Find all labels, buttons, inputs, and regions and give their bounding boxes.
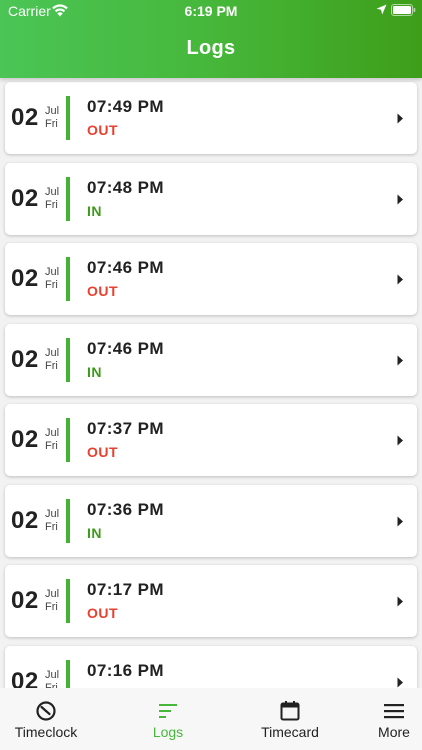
log-divider [66, 257, 70, 301]
log-time: 07:17 PM [87, 580, 164, 599]
chevron-right-icon [397, 596, 403, 607]
status-bar: Carrier 6:19 PM [0, 0, 422, 22]
app-header: Carrier 6:19 PM Logs [0, 0, 422, 78]
log-month: Jul [45, 266, 60, 278]
tab-bar: Timeclock Logs Timecard More [0, 688, 422, 750]
log-row[interactable]: 02 Jul Fri 07:17 PM OUT [5, 565, 417, 637]
chevron-right-icon [397, 113, 403, 124]
logs-screen: Carrier 6:19 PM Logs 02 Jul Fri 07:49 PM OUT… [0, 0, 422, 750]
tab-label-timeclock: Timeclock [14, 724, 78, 740]
log-row[interactable]: 02 Jul Fri 07:49 PM OUT [5, 82, 417, 154]
log-divider [66, 579, 70, 623]
log-day: 02 [11, 506, 39, 534]
list-icon [159, 704, 177, 718]
page-title: Logs [186, 37, 236, 59]
log-time: 07:46 PM [87, 258, 164, 277]
log-time: 07:16 PM [87, 660, 164, 680]
log-time: 07:49 PM [87, 97, 164, 116]
log-weekday: Fri [45, 279, 58, 291]
log-direction: IN [87, 363, 102, 380]
log-day: 02 [11, 345, 39, 373]
log-day: 02 [11, 587, 39, 614]
log-divider [66, 418, 70, 462]
clock-icon [36, 701, 56, 721]
log-row[interactable]: 02 Jul Fri 07:36 PM IN [5, 484, 417, 557]
tab-label-more: More [378, 724, 410, 740]
log-time: 07:36 PM [87, 499, 164, 519]
location-arrow-icon [376, 4, 387, 15]
log-divider [66, 96, 70, 140]
log-time: 07:46 PM [87, 338, 164, 358]
log-month: Jul [45, 346, 60, 359]
menu-icon [384, 704, 404, 719]
tab-logs[interactable]: Logs [123, 688, 213, 750]
chevron-right-icon [397, 274, 403, 285]
tab-label-logs: Logs [152, 724, 184, 740]
log-direction: IN [87, 202, 102, 219]
log-weekday: Fri [45, 440, 58, 452]
log-row[interactable]: 02 Jul Fri 07:46 PM IN [5, 323, 417, 396]
chevron-right-icon [397, 677, 403, 687]
log-direction: OUT [87, 605, 119, 621]
log-day: 02 [11, 184, 39, 212]
log-weekday: Fri [45, 359, 58, 372]
log-row[interactable]: 02 Jul Fri 07:46 PM OUT [5, 243, 417, 315]
log-month: Jul [45, 427, 60, 439]
log-month: Jul [45, 507, 60, 520]
battery-icon [391, 4, 416, 16]
log-direction: OUT [87, 283, 119, 299]
log-divider [66, 176, 70, 221]
log-weekday: Fri [45, 198, 58, 211]
log-weekday: Fri [45, 520, 58, 533]
log-direction: IN [87, 524, 102, 541]
calendar-icon [280, 701, 300, 721]
log-day: 02 [11, 104, 39, 131]
log-divider [66, 498, 70, 543]
chevron-right-icon [397, 194, 403, 204]
log-day: 02 [11, 426, 39, 453]
log-month: Jul [45, 185, 60, 198]
status-time: 6:19 PM [184, 3, 238, 19]
chevron-right-icon [397, 516, 403, 526]
log-day: 02 [11, 265, 39, 292]
log-weekday: Fri [45, 601, 58, 613]
tab-timecard[interactable]: Timecard [246, 688, 334, 750]
chevron-right-icon [397, 435, 403, 446]
log-direction: OUT [87, 122, 119, 138]
tab-more[interactable]: More [366, 688, 422, 750]
chevron-right-icon [397, 355, 403, 365]
log-weekday: Fri [45, 118, 58, 130]
log-time: 07:48 PM [87, 177, 164, 197]
log-month: Jul [45, 668, 60, 681]
log-direction: OUT [87, 444, 119, 460]
tab-label-timecard: Timecard [261, 724, 319, 740]
log-row[interactable]: 02 Jul Fri 07:37 PM OUT [5, 404, 417, 476]
log-row[interactable]: 02 Jul Fri 07:48 PM IN [5, 162, 417, 235]
log-month: Jul [45, 588, 60, 600]
log-time: 07:37 PM [87, 419, 164, 438]
log-divider [66, 337, 70, 382]
log-month: Jul [45, 105, 60, 117]
tab-timeclock[interactable]: Timeclock [0, 688, 92, 750]
